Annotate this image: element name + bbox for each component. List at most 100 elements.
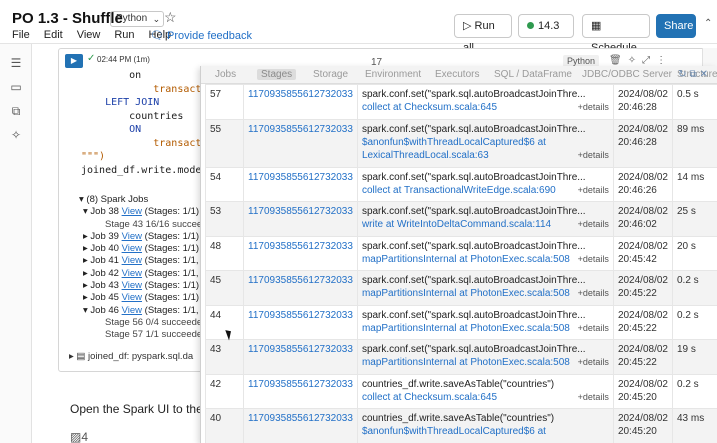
job-group-link[interactable]: 1170935855612732033: [243, 304, 358, 340]
stage-callsite-link[interactable]: collect at Checksum.scala:645: [362, 101, 609, 114]
details-toggle[interactable]: +details: [578, 253, 609, 266]
job-row[interactable]: ▸ Job 41 View (Stages: 1/1, 2: [79, 255, 207, 267]
language-selector[interactable]: Python ⌄: [110, 11, 165, 27]
stage-callsite-link[interactable]: collect at TransactionalWriteEdge.scala:…: [362, 184, 609, 197]
stage-table-row[interactable]: 54 1170935855612732033 spark.conf.set("spa…: [205, 166, 717, 202]
job-group-link[interactable]: 1170935855612732033: [243, 339, 358, 375]
details-toggle[interactable]: +details: [578, 101, 609, 114]
broken-image: ▨4: [70, 430, 88, 443]
job-group-link[interactable]: 1170935855612732033: [243, 373, 358, 409]
code-line: joined_df.write.mode('o: [81, 164, 220, 176]
tab-jobs[interactable]: Jobs: [215, 69, 236, 80]
stage-callsite-link[interactable]: mapPartitionsInternal at PhotonExec.scal…: [362, 322, 609, 335]
job-group-link[interactable]: 1170935855612732033: [243, 270, 358, 306]
details-toggle[interactable]: +details: [578, 149, 609, 162]
job-row[interactable]: ▸ Job 45 View (Stages: 1/1): [79, 292, 207, 304]
dataframe-row[interactable]: ▸ ▤ joined_df: pyspark.sql.da: [69, 351, 193, 362]
tab-sql-dataframe[interactable]: SQL / DataFrame: [494, 69, 572, 80]
stage-command: countries_df.write.saveAsTable("countrie…: [361, 413, 555, 424]
run-all-button[interactable]: ▷ Run all: [454, 14, 512, 54]
stage-table-row[interactable]: 57 1170935855612732033 spark.conf.set("spa…: [205, 84, 717, 120]
stage-table-row[interactable]: 45 1170935855612732033 spark.conf.set("spa…: [205, 270, 717, 306]
cluster-selector[interactable]: 14.3 ⌄: [518, 14, 574, 54]
share-button[interactable]: Share: [656, 14, 696, 38]
stage-table-row[interactable]: 55 1170935855612732033 spark.conf.set("spa…: [205, 118, 717, 168]
stage-table-row[interactable]: 43 1170935855612732033 spark.conf.set("spa…: [205, 339, 717, 375]
job-view-link[interactable]: View: [122, 255, 142, 266]
stage-callsite-link[interactable]: mapPartitionsInternal at PhotonExec.scal…: [362, 253, 609, 266]
menu-view[interactable]: View: [77, 29, 101, 41]
job-group-link[interactable]: 1170935855612732033: [243, 84, 358, 120]
tab-storage[interactable]: Storage: [313, 69, 348, 80]
refresh-icon[interactable]: ↻: [678, 69, 689, 80]
stage-table-row[interactable]: 40 1170935855612732033 countries_df.write.…: [205, 408, 717, 443]
details-toggle[interactable]: +details: [578, 287, 609, 300]
stage-callsite-link[interactable]: mapPartitionsInternal at PhotonExec.scal…: [362, 287, 609, 300]
calendar-icon: ▦: [591, 20, 602, 32]
trash-icon[interactable]: 🗑: [609, 55, 628, 66]
submitted-time: 2024/08/02 20:45:42: [612, 235, 674, 271]
job-view-link[interactable]: View: [122, 268, 142, 279]
job-row[interactable]: ▾ Job 46 View (Stages: 1/1, 1: [79, 305, 207, 317]
stage-table-row[interactable]: 53 1170935855612732033 spark.conf.set("spa…: [205, 201, 717, 237]
close-icon[interactable]: ✕: [700, 69, 711, 80]
job-view-link[interactable]: View: [122, 292, 142, 303]
code-editor[interactable]: on transaction LEFT JOIN countries ON tr…: [81, 69, 219, 177]
stage-callsite-link[interactable]: LexicalThreadLocal.scala:63: [362, 149, 609, 162]
provide-feedback-link[interactable]: 🗨 Provide feedback: [150, 29, 252, 42]
details-toggle[interactable]: +details: [578, 391, 609, 404]
job-label: Job 40: [90, 243, 119, 255]
spark-jobs-toggle[interactable]: ▾ (8) Spark Jobs: [79, 194, 207, 206]
tab-stages[interactable]: Stages: [257, 69, 297, 80]
code-line: transaction: [81, 137, 220, 149]
job-group-link[interactable]: 1170935855612732033: [243, 166, 358, 202]
stage-callsite-link[interactable]: mapPartitionsInternal at PhotonExec.scal…: [362, 356, 609, 369]
external-link-icon[interactable]: ⧉: [689, 69, 699, 80]
tab-jdbc-odbc-server[interactable]: JDBC/ODBC Server: [582, 69, 672, 80]
stage-table-row[interactable]: 48 1170935855612732033 spark.conf.set("spa…: [205, 235, 717, 271]
run-cell-button[interactable]: ▶: [65, 54, 83, 68]
details-toggle[interactable]: +details: [578, 322, 609, 335]
job-view-link[interactable]: View: [122, 305, 142, 316]
job-group-link[interactable]: 1170935855612732033: [243, 118, 358, 168]
chevron-up-icon[interactable]: ⌃: [704, 18, 712, 29]
stage-callsite-link[interactable]: $anonfun$withThreadLocalCaptured$6 at: [362, 425, 609, 438]
job-row[interactable]: ▸ Job 40 View (Stages: 1/1): [79, 243, 207, 255]
job-row[interactable]: ▸ Job 43 View (Stages: 1/1): [79, 280, 207, 292]
schedule-button[interactable]: ▦ Schedule: [582, 14, 650, 54]
stage-id: 48: [205, 235, 244, 271]
job-view-link[interactable]: View: [122, 280, 142, 291]
details-toggle[interactable]: +details: [578, 356, 609, 369]
job-row[interactable]: ▾ Job 38 View (Stages: 1/1): [79, 206, 207, 218]
job-group-link[interactable]: 1170935855612732033: [243, 235, 358, 271]
sparkle-icon[interactable]: ✧: [9, 128, 23, 142]
job-row[interactable]: ▸ Job 42 View (Stages: 1/1, 4: [79, 268, 207, 280]
details-toggle[interactable]: +details: [578, 218, 609, 231]
menu-run[interactable]: Run: [114, 29, 134, 41]
tab-environment[interactable]: Environment: [365, 69, 421, 80]
star-icon[interactable]: ☆: [164, 9, 177, 26]
job-group-link[interactable]: 1170935855612732033: [243, 201, 358, 237]
table-of-contents-icon[interactable]: ☰: [9, 56, 23, 70]
stage-callsite-link[interactable]: collect at Checksum.scala:645: [362, 391, 609, 404]
stage-callsite-link[interactable]: write at WriteIntoDeltaCommand.scala:114: [362, 218, 609, 231]
job-view-link[interactable]: View: [122, 206, 142, 217]
stage-table-row[interactable]: 42 1170935855612732033 countries_df.write.…: [205, 373, 717, 409]
tab-executors[interactable]: Executors: [435, 69, 479, 80]
notebook-title[interactable]: PO 1.3 - Shuffle: [12, 10, 123, 27]
shapes-icon[interactable]: ⧉: [9, 104, 23, 118]
stage-table-row[interactable]: 44 1170935855612732033 spark.conf.set("spa…: [205, 304, 717, 340]
menu-file[interactable]: File: [12, 29, 30, 41]
folder-icon[interactable]: ▭: [9, 80, 23, 94]
expand-icon[interactable]: ⤢: [642, 55, 656, 66]
details-toggle[interactable]: +details: [578, 184, 609, 197]
job-view-link[interactable]: View: [122, 243, 142, 254]
job-row[interactable]: ▸ Job 39 View (Stages: 1/1): [79, 231, 207, 243]
more-icon[interactable]: ⋮: [656, 55, 672, 66]
stage-callsite-link[interactable]: $anonfun$withThreadLocalCaptured$6 at: [362, 136, 609, 149]
job-view-link[interactable]: View: [122, 231, 142, 242]
stage-command: spark.conf.set("spark.sql.autoBroadcastJ…: [361, 123, 586, 135]
job-group-link[interactable]: 1170935855612732033: [243, 408, 358, 443]
sparkle-icon[interactable]: ✧: [628, 55, 642, 66]
menu-edit[interactable]: Edit: [44, 29, 63, 41]
